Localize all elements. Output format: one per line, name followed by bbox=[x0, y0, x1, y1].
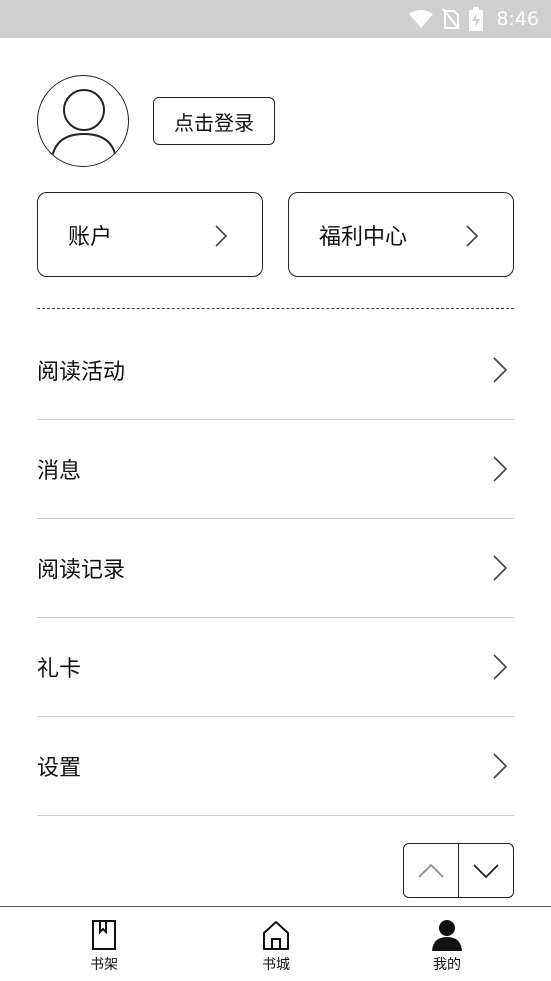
tab-label: 我的 bbox=[433, 957, 461, 973]
menu-item-label: 设置 bbox=[37, 756, 82, 781]
battery-charging-icon bbox=[469, 7, 484, 31]
bookshelf-icon bbox=[92, 920, 116, 950]
menu-item-messages[interactable]: 消息 bbox=[37, 420, 514, 519]
tab-bookstore[interactable]: 书城 bbox=[216, 907, 336, 981]
status-icons: 8:46 bbox=[408, 0, 539, 38]
avatar[interactable] bbox=[37, 75, 129, 167]
chevron-right-icon bbox=[493, 456, 508, 482]
no-sim-icon bbox=[442, 8, 461, 30]
chevron-right-icon bbox=[215, 225, 228, 247]
tab-mine[interactable]: 我的 bbox=[387, 907, 507, 981]
menu-item-label: 阅读记录 bbox=[37, 558, 126, 583]
page-scroll-controls bbox=[403, 843, 514, 898]
menu-item-label: 消息 bbox=[37, 459, 82, 484]
welfare-center-card-label: 福利中心 bbox=[319, 224, 408, 250]
menu-item-reading-activities[interactable]: 阅读活动 bbox=[37, 321, 514, 420]
scroll-down-button[interactable] bbox=[459, 844, 514, 897]
bottom-tab-bar: 书架 书城 我的 bbox=[0, 906, 551, 981]
home-icon bbox=[263, 921, 289, 950]
chevron-right-icon bbox=[466, 225, 479, 247]
welfare-center-card[interactable]: 福利中心 bbox=[288, 192, 514, 277]
menu-item-gift-cards[interactable]: 礼卡 bbox=[37, 618, 514, 717]
chevron-right-icon bbox=[493, 654, 508, 680]
account-card[interactable]: 账户 bbox=[37, 192, 263, 277]
status-time: 8:46 bbox=[496, 8, 539, 30]
user-avatar-icon bbox=[51, 89, 117, 159]
chevron-right-icon bbox=[493, 753, 508, 779]
chevron-up-icon bbox=[418, 863, 444, 878]
account-card-label: 账户 bbox=[68, 224, 113, 250]
chevron-down-icon bbox=[473, 863, 499, 878]
dashed-divider bbox=[37, 308, 514, 309]
scroll-up-button[interactable] bbox=[404, 844, 459, 897]
menu-list: 阅读活动 消息 阅读记录 礼卡 设置 bbox=[37, 321, 514, 816]
tab-bookshelf[interactable]: 书架 bbox=[44, 907, 164, 981]
wifi-icon bbox=[409, 10, 434, 28]
menu-item-settings[interactable]: 设置 bbox=[37, 717, 514, 816]
tab-label: 书城 bbox=[262, 957, 290, 973]
menu-item-label: 礼卡 bbox=[37, 657, 82, 682]
menu-item-label: 阅读活动 bbox=[37, 360, 126, 385]
status-bar: 8:46 bbox=[0, 0, 551, 38]
menu-item-reading-history[interactable]: 阅读记录 bbox=[37, 519, 514, 618]
login-button[interactable]: 点击登录 bbox=[153, 97, 275, 145]
chevron-right-icon bbox=[493, 357, 508, 383]
chevron-right-icon bbox=[493, 555, 508, 581]
tab-label: 书架 bbox=[90, 957, 118, 973]
person-icon bbox=[432, 920, 462, 951]
